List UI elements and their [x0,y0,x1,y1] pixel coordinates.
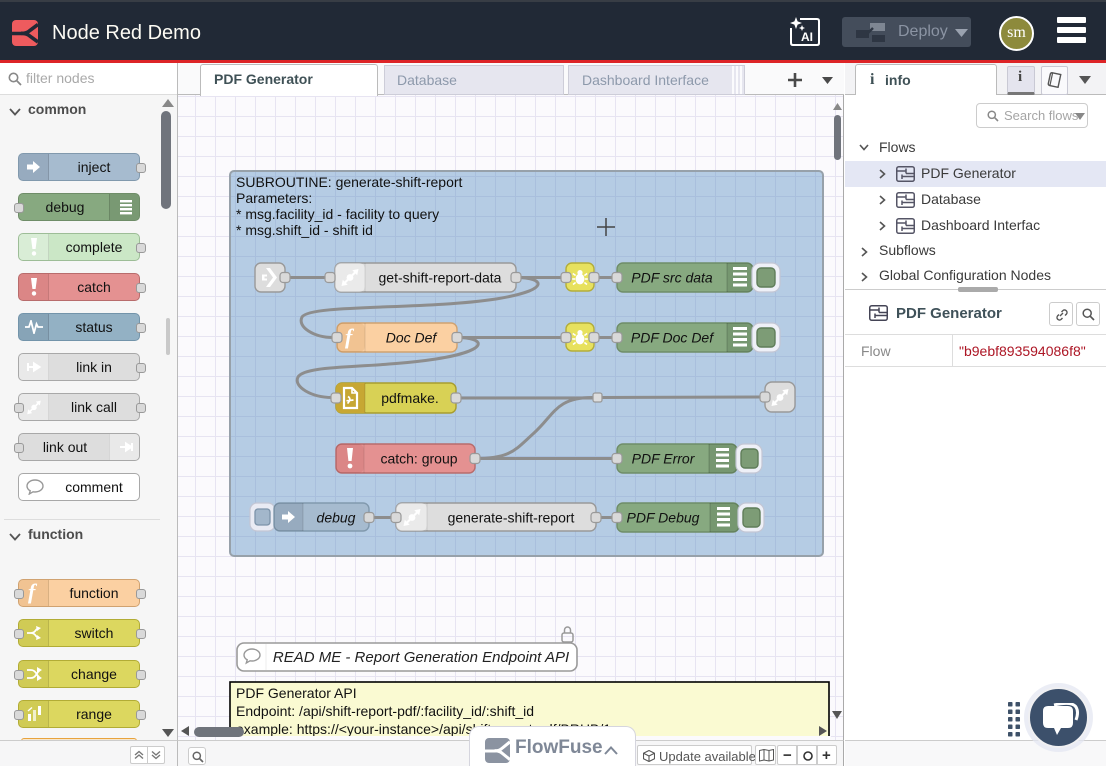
svg-text:* msg.shift_id - shift id: * msg.shift_id - shift id [236,222,373,238]
svg-text:pdfmake.: pdfmake. [381,390,439,406]
svg-text:PDF Debug: PDF Debug [627,510,700,526]
svg-text:Doc Def: Doc Def [386,330,439,346]
svg-text:READ ME - Report Generation En: READ ME - Report Generation Endpoint API [273,649,569,666]
svg-text:PDF Doc Def: PDF Doc Def [631,330,715,346]
svg-text:AI: AI [801,30,813,44]
svg-text:* msg.facility_id - facility t: * msg.facility_id - facility to query [236,206,439,222]
svg-text:generate-shift-report: generate-shift-report [448,510,575,526]
svg-text:PDF Generator API: PDF Generator API [236,685,357,701]
svg-text:catch: group: catch: group [380,451,457,467]
svg-text:get-shift-report-data: get-shift-report-data [379,270,502,286]
svg-text:Endpoint: /api/shift-report-pd: Endpoint: /api/shift-report-pdf/:facilit… [236,703,534,719]
svg-text:debug: debug [317,510,356,526]
svg-text:Parameters:: Parameters: [236,190,312,206]
svg-text:PDF Error: PDF Error [632,451,696,467]
svg-text:SUBROUTINE: generate-shift-rep: SUBROUTINE: generate-shift-report [236,174,463,190]
svg-text:PDF src data: PDF src data [631,270,713,286]
